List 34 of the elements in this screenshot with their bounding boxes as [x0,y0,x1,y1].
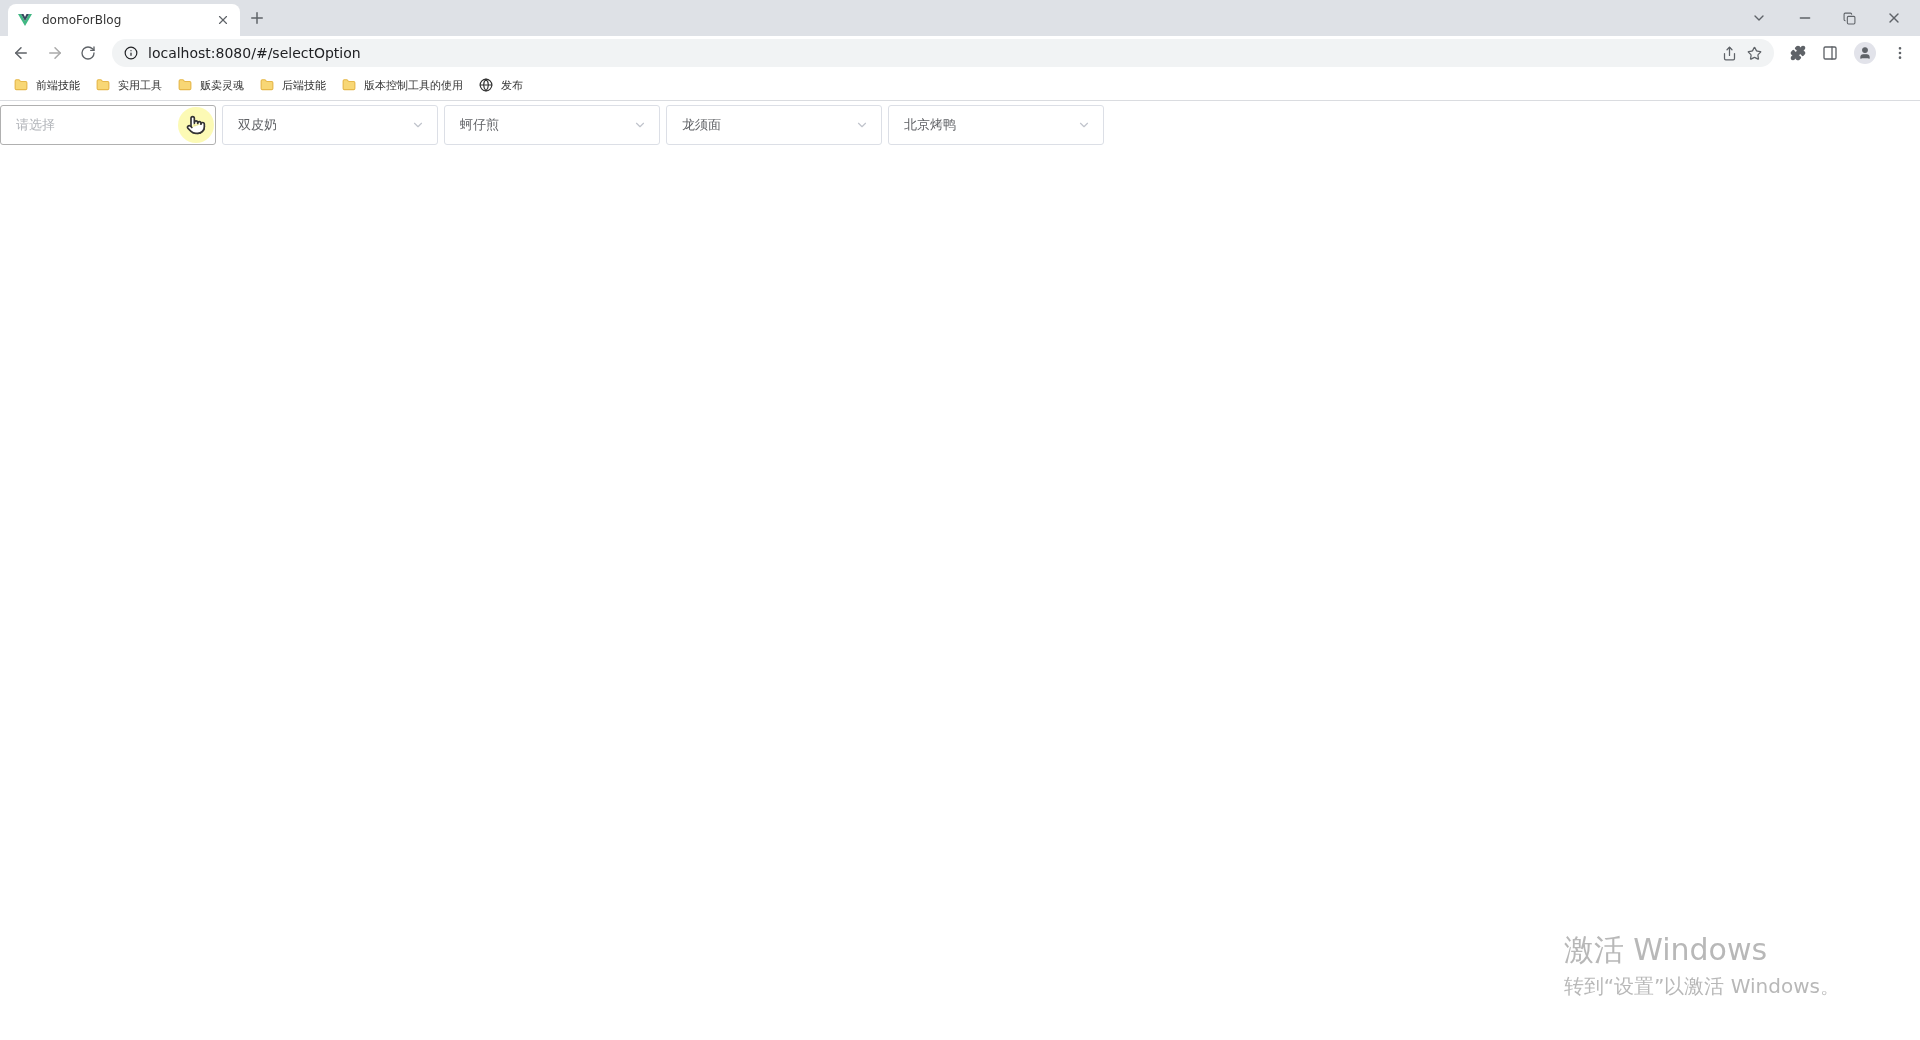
reload-icon[interactable] [80,45,96,61]
activation-hint: 转到“设置”以激活 Windows。 [1563,973,1840,1000]
address-bar[interactable]: localhost:8080/#/selectOption [112,39,1774,67]
bookmark-link[interactable]: 实用工具 [96,77,162,93]
url-text: localhost:8080/#/selectOption [148,45,361,61]
bookmark-link[interactable]: 发布 [479,77,523,93]
side-panel-icon[interactable] [1822,45,1838,61]
restore-icon[interactable] [1843,11,1856,25]
select-field[interactable]: 龙须面 [666,105,882,145]
bookmark-link[interactable]: 前端技能 [14,77,80,93]
close-tab-icon[interactable] [216,13,230,27]
bookmark-link[interactable]: 后端技能 [260,77,326,93]
activation-title: 激活 Windows [1563,931,1769,969]
profile-icon[interactable] [1854,42,1876,64]
select-field[interactable]: 北京烤鸭 [888,105,1104,145]
share-icon[interactable] [1722,45,1737,61]
bookmark-link[interactable]: 贩卖灵魂 [178,77,244,93]
info-icon [124,46,138,60]
extensions-icon[interactable] [1790,45,1806,61]
tab-title: domoForBlog [42,13,123,27]
folder-icon [260,78,274,92]
back-icon[interactable] [12,44,30,62]
select-field[interactable]: 蚵仔煎 [444,105,660,145]
select-field[interactable]: 双皮奶 [222,105,438,145]
browser-tab[interactable]: domoForBlog [8,4,240,36]
v-logo-icon [18,14,32,26]
globe-icon [479,78,493,92]
folder-icon [96,78,110,92]
bookmark-link[interactable]: 版本控制工具的使用 [342,77,463,93]
folder-icon [342,78,356,92]
folder-icon [178,78,192,92]
new-tab-icon[interactable] [248,9,266,27]
folder-icon [14,78,28,92]
star-icon[interactable] [1747,45,1762,61]
